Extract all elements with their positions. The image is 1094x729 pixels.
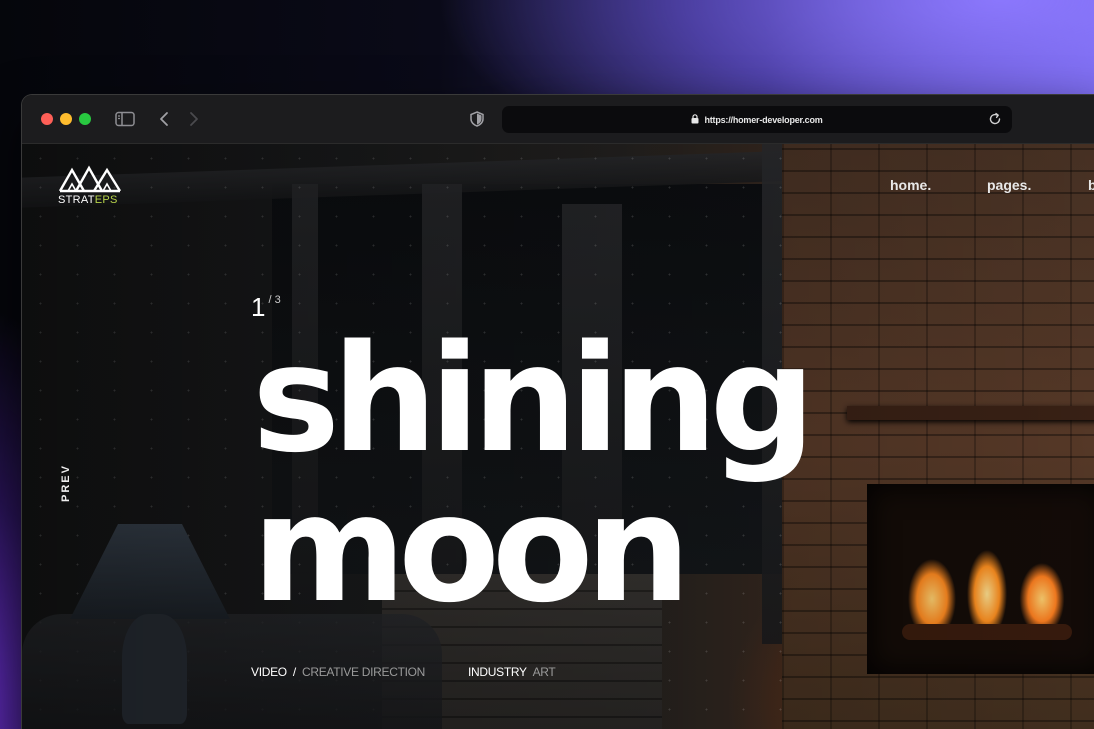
sidebar-icon[interactable] (114, 109, 136, 129)
browser-toolbar: https://homer-developer.com (22, 95, 1094, 144)
shield-icon[interactable] (468, 109, 486, 129)
logo-mountains-icon (58, 165, 122, 193)
hero-title[interactable]: shining moon (252, 313, 816, 635)
project-industry: INDUSTRY ART (468, 665, 556, 679)
hero-title-line-1: shining (252, 313, 816, 485)
site-logo[interactable]: STRATEPS (58, 164, 128, 212)
close-window-button[interactable] (41, 113, 53, 125)
forward-icon[interactable] (186, 109, 202, 129)
nav-home[interactable]: home. (890, 177, 931, 193)
minimize-window-button[interactable] (60, 113, 72, 125)
slide-total: / 3 (268, 294, 281, 306)
lock-icon (691, 113, 699, 126)
reload-icon[interactable] (988, 112, 1002, 126)
project-type: VIDEO / CREATIVE DIRECTION (251, 665, 426, 679)
logo-text: STRATEPS (58, 194, 118, 206)
prev-slide-button[interactable]: PREV (60, 464, 72, 502)
page-content: STRATEPS home. pages. b 1/ 3 shining moo… (22, 144, 1094, 729)
hero-title-line-2: moon (252, 463, 691, 635)
nav-item-cutoff[interactable]: b (1088, 177, 1094, 193)
url-text: https://homer-developer.com (704, 114, 823, 125)
nav-pages[interactable]: pages. (987, 177, 1031, 193)
back-icon[interactable] (156, 109, 172, 129)
address-bar[interactable]: https://homer-developer.com (502, 106, 1012, 133)
maximize-window-button[interactable] (79, 113, 91, 125)
browser-window: https://homer-developer.com STRATEPS hom… (22, 95, 1094, 729)
